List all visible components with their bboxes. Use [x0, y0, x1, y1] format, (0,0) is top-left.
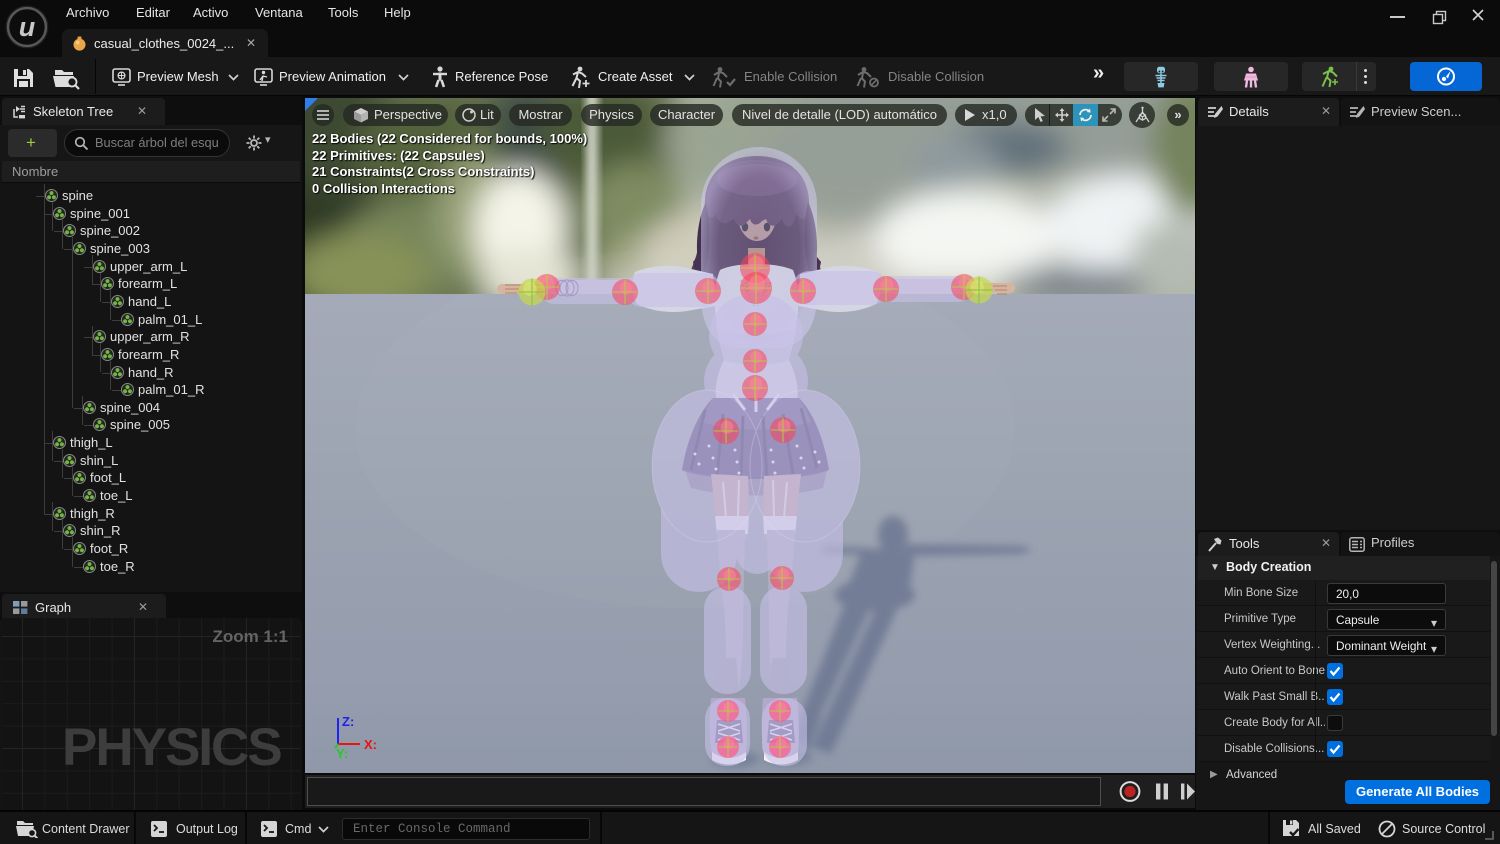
svg-text:Y:: Y:: [336, 746, 348, 760]
svg-text:X:: X:: [364, 737, 377, 752]
svg-text:Z:: Z:: [342, 714, 354, 729]
svg-text:u: u: [19, 12, 36, 42]
